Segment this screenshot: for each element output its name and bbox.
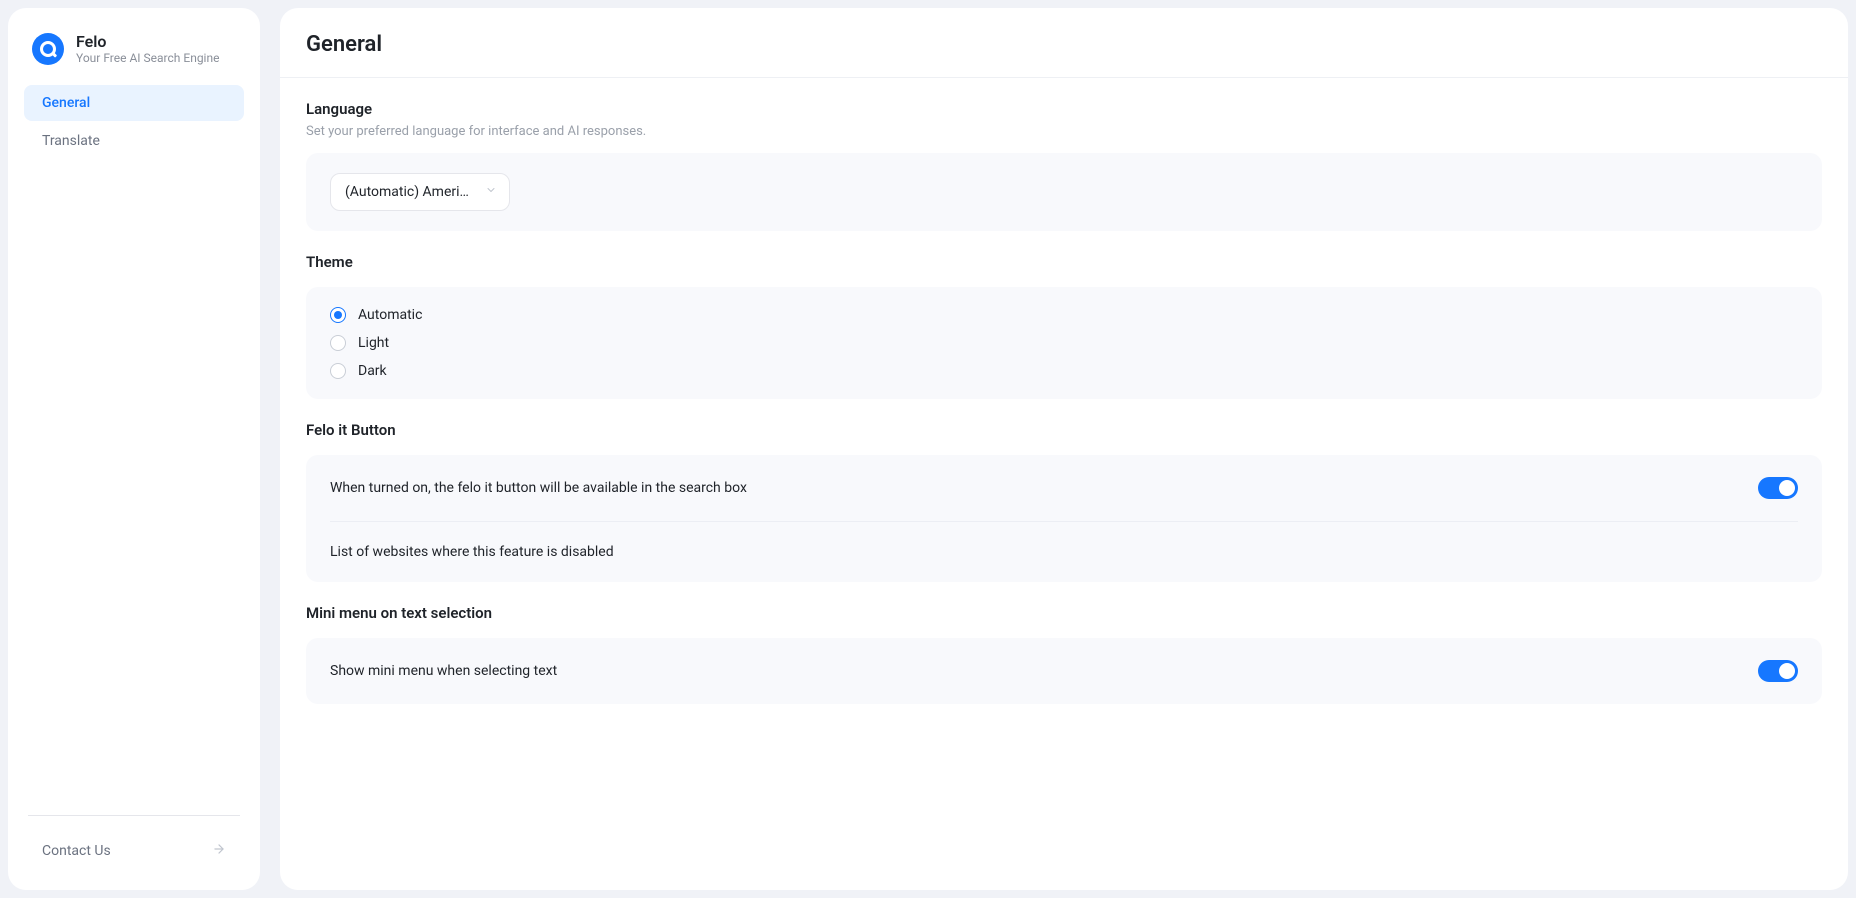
mini-menu-toggle[interactable] [1758,660,1798,682]
sidebar-item-translate[interactable]: Translate [24,123,244,159]
language-select[interactable]: (Automatic) America... [330,173,510,211]
felo-button-disabled-sites-label: List of websites where this feature is d… [330,544,614,560]
theme-heading: Theme [306,253,1822,271]
felo-button-panel: When turned on, the felo it button will … [306,455,1822,582]
language-panel: (Automatic) America... [306,153,1822,231]
section-theme: Theme Automatic Light Dark [280,231,1848,399]
section-felo-button: Felo it Button When turned on, the felo … [280,399,1848,582]
theme-option-light[interactable]: Light [330,335,1798,351]
sidebar: Felo Your Free AI Search Engine General … [8,8,260,890]
felo-button-toggle[interactable] [1758,477,1798,499]
divider [28,815,240,816]
theme-option-label: Light [358,335,389,351]
felo-button-enable-row: When turned on, the felo it button will … [306,455,1822,521]
language-select-value: (Automatic) America... [345,184,473,200]
mini-menu-enable-row: Show mini menu when selecting text [306,638,1822,704]
theme-option-label: Dark [358,363,387,379]
chevron-down-icon [485,184,497,200]
main-content: General Language Set your preferred lang… [280,8,1848,890]
language-heading: Language [306,100,1822,118]
radio-icon [330,363,346,379]
radio-icon [330,307,346,323]
theme-panel: Automatic Light Dark [306,287,1822,399]
page-title: General [280,8,1848,78]
sidebar-footer: Contact Us [24,803,244,870]
felo-button-enable-label: When turned on, the felo it button will … [330,480,747,496]
brand[interactable]: Felo Your Free AI Search Engine [24,28,244,85]
brand-logo-icon [32,33,64,65]
felo-button-heading: Felo it Button [306,421,1822,439]
brand-tagline: Your Free AI Search Engine [76,51,219,67]
sidebar-item-label: Translate [42,133,100,149]
felo-button-disabled-sites-row[interactable]: List of websites where this feature is d… [306,522,1822,582]
contact-label: Contact Us [42,843,111,859]
language-description: Set your preferred language for interfac… [306,124,1822,139]
sidebar-item-general[interactable]: General [24,85,244,121]
theme-option-label: Automatic [358,307,422,323]
theme-option-dark[interactable]: Dark [330,363,1798,379]
sidebar-nav: General Translate [24,85,244,159]
section-mini-menu: Mini menu on text selection Show mini me… [280,582,1848,704]
mini-menu-panel: Show mini menu when selecting text [306,638,1822,704]
arrow-right-icon [212,842,226,860]
theme-option-automatic[interactable]: Automatic [330,307,1798,323]
section-language: Language Set your preferred language for… [280,78,1848,231]
theme-radio-group: Automatic Light Dark [330,307,1798,379]
mini-menu-enable-label: Show mini menu when selecting text [330,663,557,679]
brand-title: Felo [76,32,219,51]
sidebar-item-label: General [42,95,90,111]
contact-us-link[interactable]: Contact Us [24,838,244,870]
mini-menu-heading: Mini menu on text selection [306,604,1822,622]
radio-icon [330,335,346,351]
